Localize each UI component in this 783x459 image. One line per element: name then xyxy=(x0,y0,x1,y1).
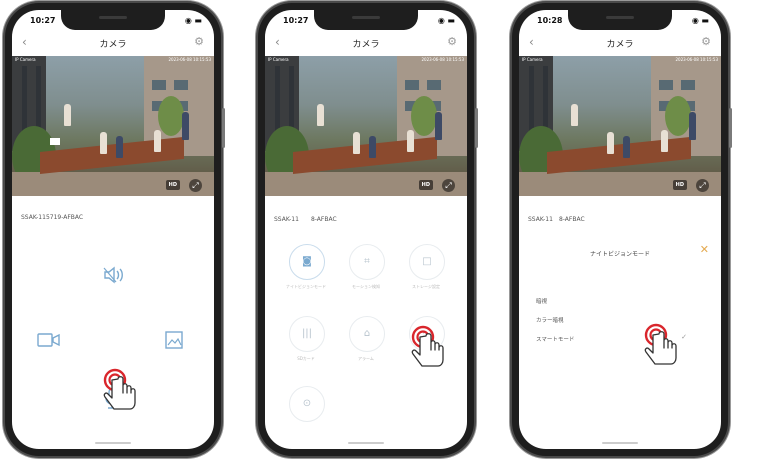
feed-timestamp: 2023-06-08 10:15:53 xyxy=(168,57,211,62)
hd-button[interactable]: HD xyxy=(418,180,433,190)
camera-label: IP Camera xyxy=(268,57,289,62)
device-name: SSAK-115719-AFBAC xyxy=(21,214,84,221)
wifi-battery-icon: ◉ ▬ xyxy=(184,16,202,25)
menu-label: モーション検知 xyxy=(352,284,380,289)
phone-screen-2: 10:27 ◉ ▬ ‹ カメラ ⚙ IP Camera 2023-06-08 1… xyxy=(265,10,467,449)
motion-detection-icon[interactable]: ⌗ xyxy=(349,244,385,280)
option-smart-mode[interactable]: スマートモード xyxy=(536,335,574,343)
side-button xyxy=(475,108,478,148)
camera-feed[interactable]: IP Camera 2023-06-08 10:15:53 HD ⤢ xyxy=(265,56,467,196)
status-time: 10:28 xyxy=(537,16,563,25)
home-indicator xyxy=(348,442,384,444)
location-icon[interactable]: ⊙ xyxy=(289,386,325,422)
close-icon[interactable]: ✕ xyxy=(700,243,709,256)
fullscreen-icon[interactable]: ⤢ xyxy=(696,179,709,192)
night-vision-icon[interactable]: ◙ xyxy=(289,244,325,280)
fullscreen-icon[interactable]: ⤢ xyxy=(442,179,455,192)
settings-icon[interactable]: ⚙ xyxy=(701,35,711,48)
page-title: カメラ xyxy=(606,40,634,50)
device-name: SSAK-11 8-AFBAC xyxy=(274,216,337,223)
side-button xyxy=(222,108,225,148)
notch xyxy=(568,10,672,30)
camera-feed[interactable]: IP Camera 2023-06-08 10:15:53 HD ⤢ xyxy=(12,56,214,196)
status-time: 10:27 xyxy=(283,16,309,25)
storage-icon[interactable]: □ xyxy=(409,244,445,280)
tap-hand-icon xyxy=(640,322,682,374)
home-indicator xyxy=(602,442,638,444)
page-title: カメラ xyxy=(352,40,380,50)
hd-button[interactable]: HD xyxy=(672,180,687,190)
phone-frame-3: 10:28 ◉ ▬ ‹ カメラ ⚙ IP Camera 2023-06-08 1… xyxy=(512,3,732,456)
option-night-vision[interactable]: 暗視 xyxy=(536,297,547,305)
alarm-icon[interactable]: ⌂ xyxy=(349,316,385,352)
nav-bar: ‹ カメラ ⚙ xyxy=(12,32,214,54)
motion-marker xyxy=(50,138,60,145)
home-indicator xyxy=(95,442,131,444)
settings-icon[interactable]: ⚙ xyxy=(447,35,457,48)
notch xyxy=(61,10,165,30)
page-title: カメラ xyxy=(99,40,127,50)
menu-label: SDカード xyxy=(297,356,315,361)
hd-button[interactable]: HD xyxy=(165,180,180,190)
wifi-battery-icon: ◉ ▬ xyxy=(691,16,709,25)
feed-timestamp: 2023-06-08 10:15:53 xyxy=(421,57,464,62)
option-color-night-vision[interactable]: カラー暗視 xyxy=(536,316,564,324)
sheet-title: ナイトビジョンモード xyxy=(589,251,650,258)
device-name: SSAK-11 8-AFBAC xyxy=(528,216,585,223)
camera-feed[interactable]: IP Camera 2023-06-08 10:15:53 HD ⤢ xyxy=(519,56,721,196)
speaker-icon[interactable] xyxy=(101,266,125,284)
menu-label: ナイトビジョンモード xyxy=(286,284,326,289)
notch xyxy=(314,10,418,30)
camera-label: IP Camera xyxy=(522,57,543,62)
side-button xyxy=(729,108,732,148)
nav-bar: ‹ カメラ ⚙ xyxy=(265,32,467,54)
menu-label: アラーム xyxy=(358,356,374,361)
wifi-battery-icon: ◉ ▬ xyxy=(437,16,455,25)
screenshot-icon[interactable] xyxy=(162,330,186,350)
video-record-icon[interactable] xyxy=(36,332,60,348)
feed-timestamp: 2023-06-08 10:15:53 xyxy=(675,57,718,62)
tap-hand-icon xyxy=(407,324,449,376)
tap-hand-icon xyxy=(99,367,141,419)
nav-bar: ‹ カメラ ⚙ xyxy=(519,32,721,54)
check-icon: ✓ xyxy=(681,333,687,341)
camera-label: IP Camera xyxy=(15,57,36,62)
status-time: 10:27 xyxy=(30,16,56,25)
phone-screen-3: 10:28 ◉ ▬ ‹ カメラ ⚙ IP Camera 2023-06-08 1… xyxy=(519,10,721,449)
phone-frame-2: 10:27 ◉ ▬ ‹ カメラ ⚙ IP Camera 2023-06-08 1… xyxy=(258,3,478,456)
menu-label: ストレージ設定 xyxy=(412,284,440,289)
settings-icon[interactable]: ⚙ xyxy=(194,35,204,48)
fullscreen-icon[interactable]: ⤢ xyxy=(189,179,202,192)
sd-card-icon[interactable]: ||| xyxy=(289,316,325,352)
